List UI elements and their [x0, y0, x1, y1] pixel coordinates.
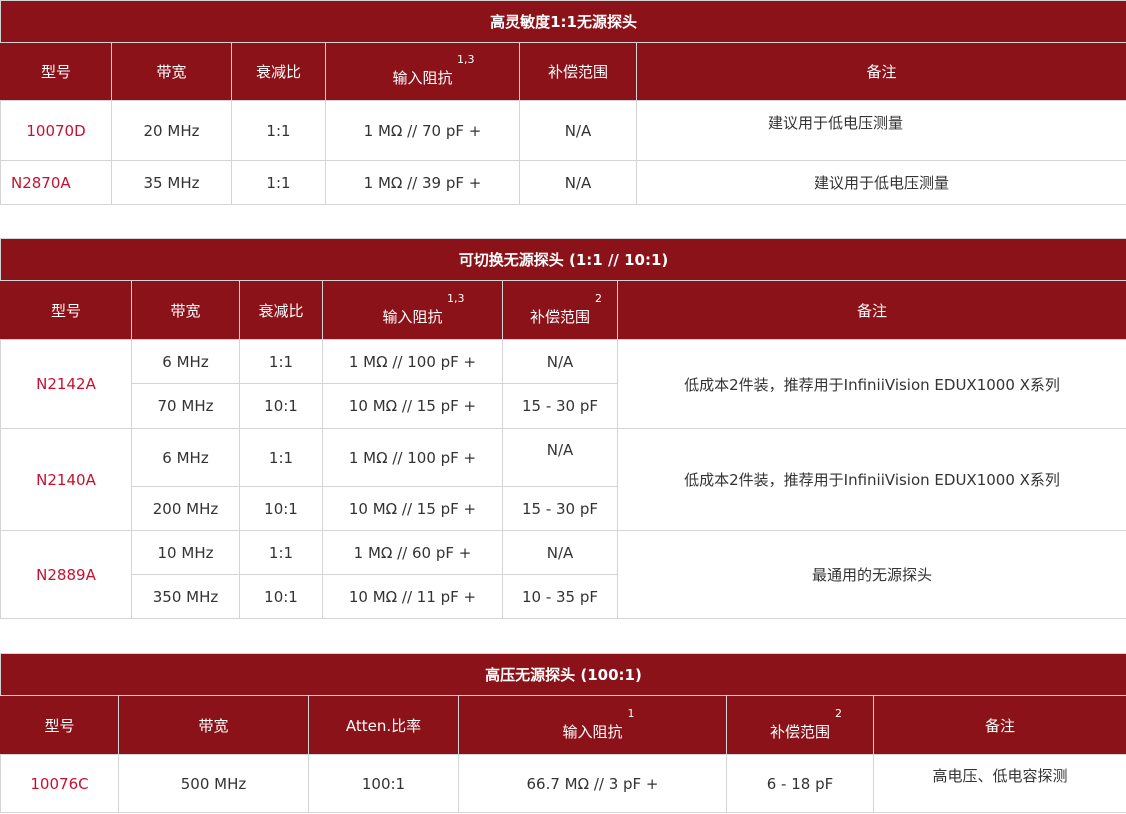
impedance-cell: 1 MΩ // 100 pF + — [322, 339, 503, 384]
column-header-attenuation: 衰减比 — [231, 42, 326, 101]
bandwidth-cell: 6 MHz — [131, 428, 240, 487]
compensation-cell: N/A — [519, 100, 637, 161]
column-header-model: 型号 — [0, 280, 132, 340]
impedance-cell: 10 MΩ // 11 pF + — [322, 574, 503, 619]
impedance-cell: 66.7 MΩ // 3 pF + — [458, 754, 727, 813]
attenuation-cell: 1:1 — [239, 428, 323, 487]
column-header-model: 型号 — [0, 42, 112, 101]
impedance-cell: 1 MΩ // 39 pF + — [325, 160, 520, 205]
column-header-bandwidth: 带宽 — [131, 280, 240, 340]
attenuation-cell: 10:1 — [239, 486, 323, 531]
impedance-label: 输入阻抗 — [392, 69, 453, 87]
bandwidth-cell: 6 MHz — [131, 339, 240, 384]
switchable-probe-table: 可切换无源探头 (1:1 // 10:1) 型号 带宽 衰减比 输入阻抗 1,3 … — [0, 238, 1126, 619]
column-header-model: 型号 — [0, 695, 119, 755]
table-row: N2870A 35 MHz 1:1 1 MΩ // 39 pF + N/A 建议… — [0, 160, 1126, 205]
bandwidth-cell: 200 MHz — [131, 486, 240, 531]
notes-cell: 高电压、低电容探测 — [873, 754, 1126, 813]
notes-cell: 最通用的无源探头 — [616, 530, 1126, 619]
high-sensitivity-probe-table: 高灵敏度1:1无源探头 型号 带宽 衰减比 输入阻抗 1,3 补偿范围 备注 10… — [0, 0, 1126, 205]
notes-text: 高电压、低电容探测 — [932, 767, 1068, 785]
model-link[interactable]: N2140A — [0, 428, 132, 531]
model-link[interactable]: N2889A — [0, 530, 132, 619]
column-header-notes: 备注 — [635, 42, 1126, 101]
compensation-label: 补偿范围 — [769, 722, 830, 741]
notes-cell: 建议用于低电压测量 — [635, 160, 1126, 205]
impedance-label: 输入阻抗 — [562, 722, 623, 741]
footnote-marker: 1,3 — [447, 291, 465, 305]
impedance-cell: 1 MΩ // 100 pF + — [322, 428, 503, 487]
column-header-notes: 备注 — [873, 695, 1126, 755]
compensation-label: 补偿范围 — [529, 307, 590, 326]
bandwidth-cell: 350 MHz — [131, 574, 240, 619]
attenuation-cell: 1:1 — [231, 160, 326, 205]
attenuation-cell: 100:1 — [308, 754, 459, 813]
column-header-compensation: 补偿范围 2 — [502, 280, 618, 340]
compensation-cell: 6 - 18 pF — [726, 754, 874, 813]
bandwidth-cell: 70 MHz — [131, 383, 240, 429]
notes-text: 建议用于低电压测量 — [768, 114, 904, 132]
column-header-impedance: 输入阻抗 1,3 — [325, 42, 520, 101]
table-row: N2889A 10 MHz 1:1 1 MΩ // 60 pF + N/A 最通… — [0, 530, 1126, 619]
compensation-cell: N/A — [502, 530, 618, 575]
bandwidth-cell: 500 MHz — [118, 754, 309, 813]
model-link[interactable]: N2142A — [0, 339, 132, 429]
table-row: 10070D 20 MHz 1:1 1 MΩ // 70 pF + N/A 建议… — [0, 100, 1126, 161]
column-header-notes: 备注 — [616, 280, 1126, 340]
impedance-cell: 10 MΩ // 15 pF + — [322, 486, 503, 531]
impedance-cell: 10 MΩ // 15 pF + — [322, 383, 503, 429]
table-row: N2142A 6 MHz 1:1 1 MΩ // 100 pF + N/A 低成… — [0, 339, 1126, 429]
column-header-impedance: 输入阻抗 1 — [458, 695, 727, 755]
attenuation-cell: 1:1 — [231, 100, 326, 161]
column-header-attenuation: 衰减比 — [239, 280, 323, 340]
model-link[interactable]: N2870A — [0, 160, 112, 205]
column-header-impedance: 输入阻抗 1,3 — [322, 280, 503, 340]
compensation-cell: 10 - 35 pF — [502, 574, 618, 619]
footnote-marker: 2 — [835, 706, 842, 720]
attenuation-cell: 10:1 — [239, 383, 323, 429]
impedance-label: 输入阻抗 — [382, 307, 443, 326]
impedance-cell: 1 MΩ // 70 pF + — [325, 100, 520, 161]
bandwidth-cell: 10 MHz — [131, 530, 240, 575]
attenuation-cell: 1:1 — [239, 339, 323, 384]
table-title: 高灵敏度1:1无源探头 — [0, 0, 1126, 43]
high-voltage-probe-table: 高压无源探头 (100:1) 型号 带宽 Atten.比率 输入阻抗 1 补偿范围… — [0, 653, 1126, 813]
notes-cell: 建议用于低电压测量 — [635, 100, 1126, 161]
compensation-cell: 15 - 30 pF — [502, 383, 618, 429]
notes-cell: 低成本2件装，推荐用于InfiniiVision EDUX1000 X系列 — [616, 339, 1126, 429]
footnote-marker: 1,3 — [457, 53, 475, 66]
footnote-marker: 2 — [595, 291, 602, 305]
notes-cell: 低成本2件装，推荐用于InfiniiVision EDUX1000 X系列 — [616, 428, 1126, 531]
attenuation-cell: 10:1 — [239, 574, 323, 619]
compensation-cell: N/A — [502, 339, 618, 384]
bandwidth-cell: 35 MHz — [111, 160, 232, 205]
column-header-bandwidth: 带宽 — [111, 42, 232, 101]
model-link[interactable]: 10070D — [0, 100, 112, 161]
column-header-atten-ratio: Atten.比率 — [308, 695, 459, 755]
attenuation-cell: 1:1 — [239, 530, 323, 575]
compensation-cell: N/A — [502, 428, 618, 487]
table-row: 10076C 500 MHz 100:1 66.7 MΩ // 3 pF + 6… — [0, 754, 1126, 813]
column-header-compensation: 补偿范围 2 — [726, 695, 874, 755]
table-title: 高压无源探头 (100:1) — [0, 653, 1126, 696]
compensation-text: N/A — [546, 440, 574, 459]
compensation-cell: 15 - 30 pF — [502, 486, 618, 531]
column-header-bandwidth: 带宽 — [118, 695, 309, 755]
impedance-cell: 1 MΩ // 60 pF + — [322, 530, 503, 575]
compensation-cell: N/A — [519, 160, 637, 205]
column-header-compensation: 补偿范围 — [519, 42, 637, 101]
table-row: N2140A 6 MHz 1:1 1 MΩ // 100 pF + N/A 低成… — [0, 428, 1126, 531]
bandwidth-cell: 20 MHz — [111, 100, 232, 161]
footnote-marker: 1 — [627, 706, 635, 720]
table-title: 可切换无源探头 (1:1 // 10:1) — [0, 238, 1126, 281]
model-link[interactable]: 10076C — [0, 754, 119, 813]
